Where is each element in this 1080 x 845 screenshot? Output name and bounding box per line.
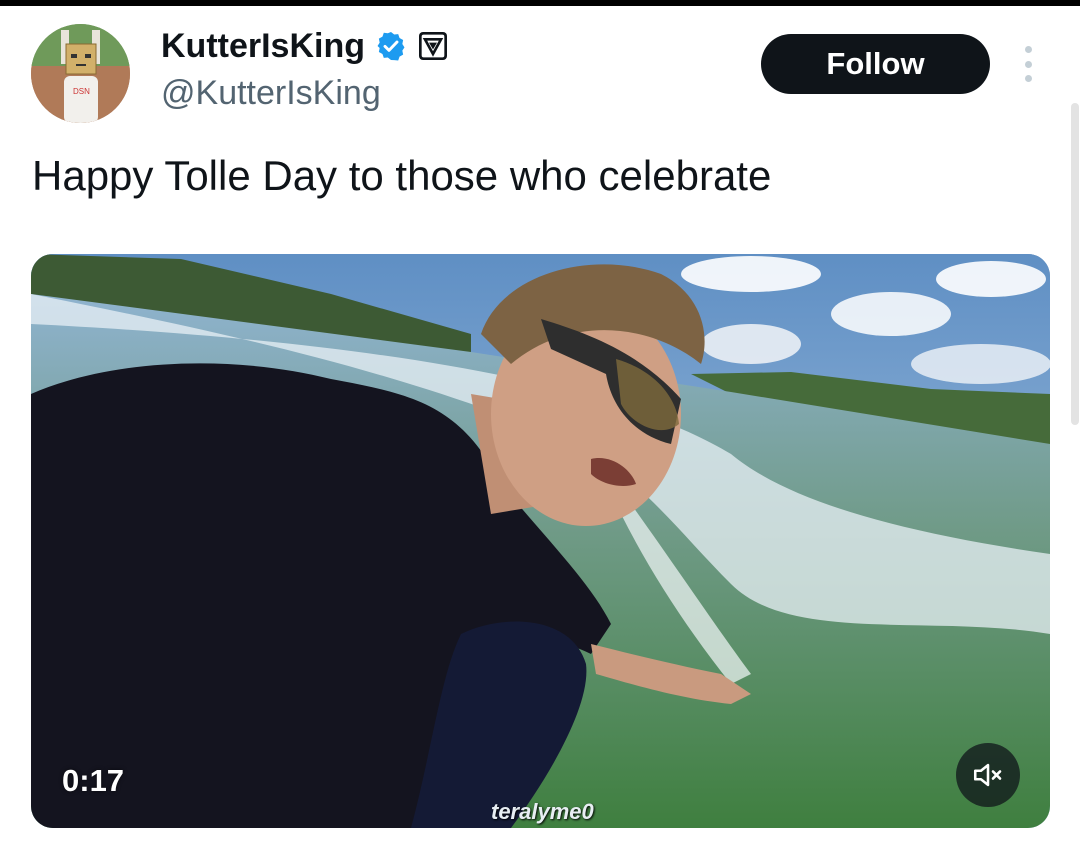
author-name-row: KutterIsKing (161, 26, 449, 66)
follow-button[interactable]: Follow (761, 34, 990, 94)
scrollbar[interactable] (1071, 103, 1079, 425)
muted-speaker-icon (973, 763, 1002, 787)
top-status-strip (0, 0, 1080, 6)
avatar[interactable]: DSN (31, 24, 130, 123)
video-watermark: teralyme0 (491, 799, 594, 824)
video-player[interactable]: 0:17 teralyme0 (31, 254, 1050, 828)
video-duration-badge: 0:17 (62, 763, 125, 798)
more-options-icon[interactable] (1018, 44, 1038, 84)
avatar-image: DSN (31, 24, 130, 123)
affiliate-badge-icon[interactable] (417, 30, 449, 62)
verified-badge-icon[interactable] (375, 30, 407, 62)
display-name[interactable]: KutterIsKing (161, 27, 365, 66)
mute-toggle-button[interactable] (956, 743, 1020, 807)
video-frame (31, 254, 1050, 828)
author-handle[interactable]: @KutterIsKing (161, 74, 381, 113)
svg-text:DSN: DSN (73, 87, 90, 96)
tweet-text: Happy Tolle Day to those who celebrate (32, 152, 772, 199)
